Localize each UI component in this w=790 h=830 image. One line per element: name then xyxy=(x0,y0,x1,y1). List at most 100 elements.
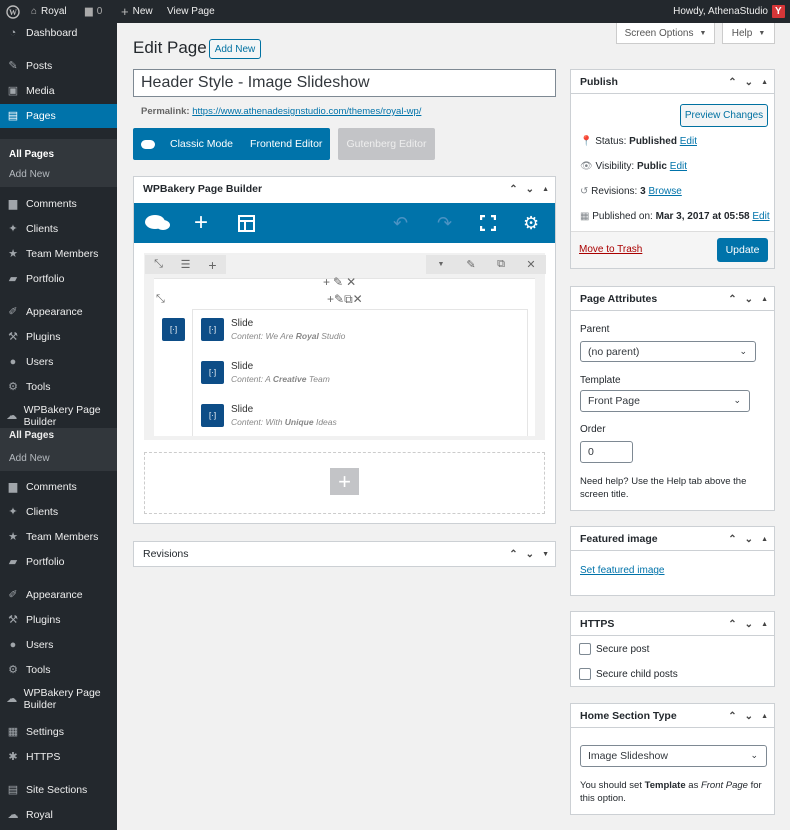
secure-post-checkbox[interactable] xyxy=(579,643,591,655)
help-button[interactable]: Help ▼ xyxy=(722,23,775,44)
comments-link[interactable]: ▆ 0 xyxy=(85,0,102,23)
preview-changes-button[interactable]: Preview Changes xyxy=(680,104,768,127)
classic-mode-button[interactable]: Classic Mode xyxy=(170,138,233,150)
update-button[interactable]: Update xyxy=(717,238,768,262)
parent-select[interactable]: (no parent) ⌄ xyxy=(580,341,756,362)
edit-date-link[interactable]: Edit xyxy=(752,211,769,222)
templates-icon[interactable] xyxy=(238,203,255,243)
row-layout-icon[interactable]: ☰ xyxy=(172,255,199,274)
slideshow-element-icon[interactable]: [·] xyxy=(162,318,185,341)
secure-child-posts-checkbox[interactable] xyxy=(579,668,591,680)
sidebar-item-royal[interactable]: ☁ Royal xyxy=(0,803,117,827)
row-delete-icon[interactable]: ✕ xyxy=(516,255,546,274)
sidebar-item-site-sections[interactable]: ▤ Site Sections xyxy=(0,778,117,802)
slide-element-icon[interactable]: [·] xyxy=(201,318,224,341)
sidebar-item-clients[interactable]: ✦ Clients xyxy=(0,500,117,524)
screen-options-button[interactable]: Screen Options ▼ xyxy=(616,23,715,44)
clone-icon[interactable]: ⧉ xyxy=(344,292,353,306)
home-section-select[interactable]: Image Slideshow ⌄ xyxy=(580,745,767,767)
toggle-arrow-icon[interactable]: ▲ xyxy=(761,713,768,720)
template-select[interactable]: Front Page ⌄ xyxy=(580,390,750,412)
undo-icon[interactable]: ↶ xyxy=(393,203,408,243)
element-controls[interactable]: +✎⧉✕ xyxy=(327,292,363,307)
submenu-item-add-new[interactable]: Add New xyxy=(9,169,50,180)
add-new-button[interactable]: Add New xyxy=(209,39,261,59)
close-icon[interactable]: ✕ xyxy=(353,292,363,306)
row-add-column-icon[interactable]: + xyxy=(199,255,226,274)
frontend-editor-button[interactable]: Frontend Editor xyxy=(250,138,322,150)
toggle-arrow-icon[interactable]: ▲ xyxy=(761,79,768,86)
sidebar-item-plugins[interactable]: ⚒ Plugins xyxy=(0,608,117,632)
sidebar-item-team-members[interactable]: ★ Team Members xyxy=(0,525,117,549)
chevron-up-icon[interactable]: ⌃ xyxy=(509,184,517,195)
row-toggle-icon[interactable]: ▼ xyxy=(426,255,456,274)
chevron-up-icon[interactable]: ⌃ xyxy=(728,294,736,305)
wpbakery-logo-icon[interactable] xyxy=(145,203,171,243)
move-to-trash-link[interactable]: Move to Trash xyxy=(579,244,642,255)
sidebar-item-team-members[interactable]: ★ Team Members xyxy=(0,242,117,266)
redo-icon[interactable]: ↷ xyxy=(437,203,452,243)
sidebar-item-clients[interactable]: ✦ Clients xyxy=(0,217,117,241)
sidebar-item-comments[interactable]: ▆ Comments xyxy=(0,192,117,216)
permalink-url[interactable]: https://www.athenadesignstudio.com/theme… xyxy=(192,106,421,117)
chevron-up-icon[interactable]: ⌃ xyxy=(728,534,736,545)
gutenberg-editor-button[interactable]: Gutenberg Editor xyxy=(338,128,435,160)
sidebar-item-appearance[interactable]: ✐ Appearance xyxy=(0,583,117,607)
site-name-link[interactable]: ⌂ Royal xyxy=(31,0,67,23)
fullscreen-icon[interactable] xyxy=(480,203,496,243)
row-clone-icon[interactable]: ⧉ xyxy=(486,255,516,274)
chevron-down-icon[interactable]: ⌄ xyxy=(745,294,753,305)
edit-status-link[interactable]: Edit xyxy=(680,136,697,147)
chevron-down-icon[interactable]: ⌄ xyxy=(745,619,753,630)
plus-icon[interactable]: + xyxy=(323,275,333,289)
close-icon[interactable]: ✕ xyxy=(346,275,359,289)
slide-element-icon[interactable]: [·] xyxy=(201,404,224,427)
sidebar-item-comments[interactable]: ▆ Comments xyxy=(0,475,117,499)
row-move-icon[interactable]: ⤡ xyxy=(145,255,172,274)
chevron-down-icon[interactable]: ⌄ xyxy=(526,184,534,195)
toggle-arrow-icon[interactable]: ▼ xyxy=(542,551,549,558)
edit-visibility-link[interactable]: Edit xyxy=(670,161,687,172)
toggle-arrow-icon[interactable]: ▲ xyxy=(542,186,549,193)
toggle-arrow-icon[interactable]: ▲ xyxy=(761,536,768,543)
pencil-icon[interactable]: ✎ xyxy=(334,292,344,306)
sidebar-item-media[interactable]: ▣ Media xyxy=(0,79,117,103)
flyout-item-all-pages[interactable]: All Pages xyxy=(9,430,54,441)
sidebar-item-users[interactable]: ● Users xyxy=(0,633,117,657)
chevron-down-icon[interactable]: ⌄ xyxy=(745,534,753,545)
post-title-input[interactable]: Header Style - Image Slideshow xyxy=(133,69,556,97)
element-move-icon[interactable]: ⤡ xyxy=(156,293,165,306)
plus-icon[interactable]: + xyxy=(327,292,334,306)
new-content-link[interactable]: + New xyxy=(121,0,153,23)
add-row-button[interactable]: + xyxy=(330,468,359,495)
wordpress-logo-icon[interactable]: W xyxy=(6,0,20,23)
sidebar-item-pages[interactable]: ▤ Pages xyxy=(0,104,117,128)
add-element-icon[interactable]: + xyxy=(194,203,208,243)
slide-element-icon[interactable]: [·] xyxy=(201,361,224,384)
sidebar-item-https[interactable]: ✱ HTTPS xyxy=(0,745,117,769)
submenu-item-all-pages[interactable]: All Pages xyxy=(9,149,54,160)
set-featured-image-link[interactable]: Set featured image xyxy=(580,565,665,576)
chevron-down-icon[interactable]: ⌄ xyxy=(745,711,753,722)
flyout-item-add-new[interactable]: Add New xyxy=(9,453,50,464)
chevron-down-icon[interactable]: ⌄ xyxy=(745,77,753,88)
sidebar-item-appearance[interactable]: ✐ Appearance xyxy=(0,300,117,324)
browse-revisions-link[interactable]: Browse xyxy=(648,186,681,197)
sidebar-item-plugins[interactable]: ⚒ Plugins xyxy=(0,325,117,349)
row-edit-icon[interactable]: ✎ xyxy=(456,255,486,274)
sidebar-item-wpbakery-page-builder[interactable]: ☁ WPBakery Page Builder xyxy=(0,683,117,715)
order-input[interactable]: 0 xyxy=(580,441,633,463)
account-menu[interactable]: Howdy, AthenaStudio xyxy=(673,0,785,23)
sidebar-item-portfolio[interactable]: ▰ Portfolio xyxy=(0,550,117,574)
chevron-up-icon[interactable]: ⌃ xyxy=(728,77,736,88)
toggle-arrow-icon[interactable]: ▲ xyxy=(761,621,768,628)
sidebar-item-settings[interactable]: ▦ Settings xyxy=(0,720,117,744)
sidebar-item-posts[interactable]: ✎ Posts xyxy=(0,54,117,78)
chevron-up-icon[interactable]: ⌃ xyxy=(509,549,517,560)
settings-gear-icon[interactable]: ⚙ xyxy=(523,203,539,243)
chevron-down-icon[interactable]: ⌄ xyxy=(526,549,534,560)
sidebar-item-portfolio[interactable]: ▰ Portfolio xyxy=(0,267,117,291)
chevron-up-icon[interactable]: ⌃ xyxy=(728,711,736,722)
sidebar-item-dashboard[interactable]: ◔ Dashboard xyxy=(0,23,117,45)
column-controls[interactable]: +✎✕ xyxy=(323,275,359,289)
